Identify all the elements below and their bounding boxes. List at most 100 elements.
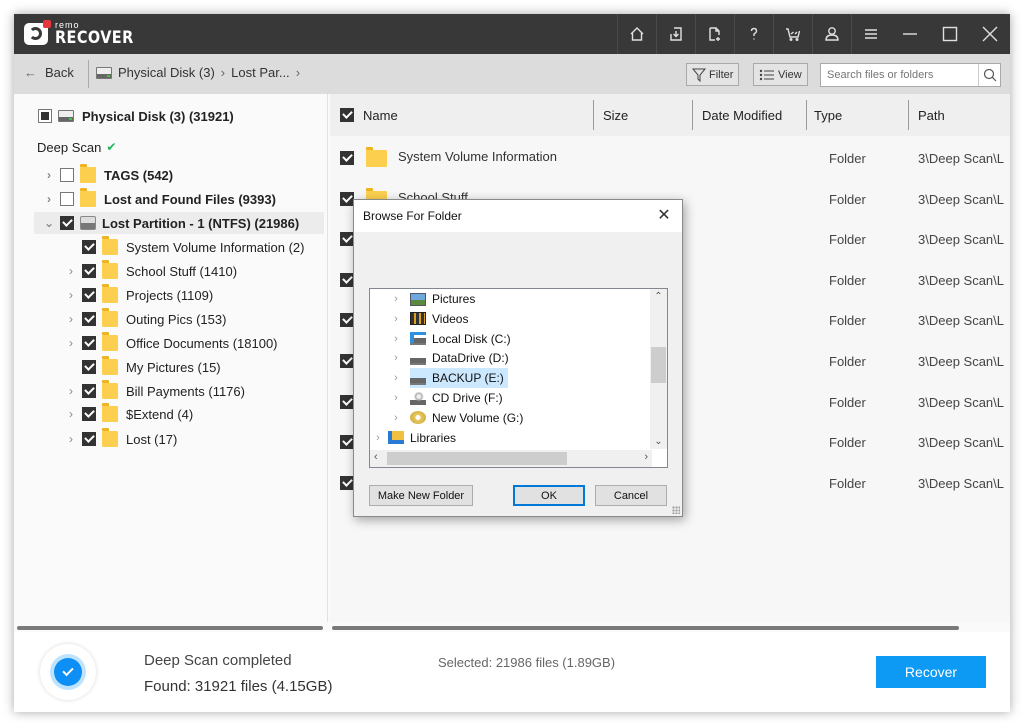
back-button[interactable]: ← Back [24,65,74,80]
cart-icon[interactable] [773,14,812,54]
root-checkbox[interactable] [38,109,52,123]
column-divider[interactable] [692,100,693,130]
ok-button[interactable]: OK [513,485,585,506]
dialog-tree-item[interactable]: › CD Drive (F:) [390,388,503,408]
tree-item-checkbox[interactable] [82,407,96,421]
chevron-right-icon[interactable]: › [42,192,56,206]
tree-item[interactable]: › Office Documents (18100) [64,332,278,354]
chevron-right-icon[interactable]: › [64,288,78,302]
chevron-right-icon[interactable]: › [390,293,402,305]
chevron-right-icon[interactable]: › [64,312,78,326]
chevron-right-icon[interactable]: › [64,407,78,421]
tree-item-checkbox[interactable] [82,312,96,326]
breadcrumb-item-disk[interactable]: Physical Disk (3) [118,65,215,80]
tree-item-checkbox[interactable] [82,240,96,254]
chevron-right-icon[interactable]: › [390,352,402,364]
make-new-folder-button[interactable]: Make New Folder [369,485,473,506]
dialog-tree-item[interactable]: › Libraries [372,428,456,448]
select-all-checkbox[interactable] [340,108,354,122]
dialog-vertical-scrollbar[interactable]: ⌃ ⌄ [650,289,667,449]
dialog-tree-item[interactable]: › DataDrive (D:) [390,348,509,368]
row-checkbox[interactable] [340,475,354,490]
home-icon[interactable] [617,14,656,54]
resize-grip[interactable] [672,506,680,514]
tree-item-checkbox[interactable] [82,360,96,374]
scroll-right-icon[interactable]: › [644,451,648,463]
tree-item[interactable]: › Lost and Found Files (9393) [42,188,276,210]
recover-button[interactable]: Recover [876,656,986,688]
row-checkbox[interactable] [340,354,354,368]
chevron-right-icon[interactable]: › [372,432,384,444]
column-path[interactable]: Path [918,108,945,123]
dialog-tree-item[interactable]: › Pictures [390,289,475,309]
row-checkbox[interactable] [340,435,354,450]
tree-item-checkbox[interactable] [82,264,96,278]
chevron-right-icon[interactable]: › [42,168,56,182]
tree-item-checkbox[interactable] [60,192,74,206]
dialog-horizontal-scrollbar[interactable]: ‹ › [370,450,652,467]
list-scrollbar[interactable] [332,626,959,630]
chevron-down-icon[interactable]: ⌄ [42,216,56,230]
row-checkbox[interactable] [340,232,354,247]
dialog-tree-item[interactable]: › New Volume (G:) [390,408,523,428]
user-icon[interactable] [812,14,851,54]
help-icon[interactable] [734,14,773,54]
row-checkbox[interactable] [340,313,354,328]
new-file-icon[interactable] [695,14,734,54]
chevron-right-icon[interactable]: › [64,336,78,350]
chevron-right-icon[interactable]: › [390,392,402,404]
dialog-tree-item[interactable]: › BACKUP (E:) [390,368,508,389]
column-type[interactable]: Type [814,108,842,123]
column-divider[interactable] [593,100,594,130]
chevron-right-icon[interactable]: › [390,313,402,325]
tree-item-checkbox[interactable] [82,288,96,302]
filter-button[interactable]: Filter [686,63,740,86]
row-checkbox[interactable] [340,272,354,287]
tree-item[interactable]: ⌄ Lost Partition - 1 (NTFS) (21986) [34,212,324,234]
column-name[interactable]: Name [363,108,398,123]
scroll-thumb[interactable] [387,452,567,465]
dialog-tree-item[interactable]: › Local Disk (C:) [390,329,511,349]
tree-item[interactable]: › Bill Payments (1176) [64,380,245,402]
tree-item[interactable]: › Projects (1109) [64,284,213,306]
tree-item[interactable]: My Pictures (15) [64,356,221,378]
scroll-down-icon[interactable]: ⌄ [650,436,667,447]
column-date-modified[interactable]: Date Modified [702,108,782,123]
chevron-right-icon[interactable]: › [64,432,78,446]
tree-item[interactable]: › Lost (17) [64,428,177,450]
column-size[interactable]: Size [603,108,628,123]
search-input[interactable] [821,64,978,86]
column-divider[interactable] [908,100,909,130]
tree-item[interactable]: › School Stuff (1410) [64,260,237,282]
maximize-icon[interactable] [930,14,970,54]
row-checkbox[interactable] [340,151,354,165]
chevron-right-icon[interactable]: › [390,372,402,384]
chevron-right-icon[interactable]: › [390,412,402,424]
column-divider[interactable] [806,100,807,130]
scroll-left-icon[interactable]: ‹ [374,451,378,463]
view-button[interactable]: View [753,63,808,86]
menu-icon[interactable] [851,14,890,54]
tree-item[interactable]: › Outing Pics (153) [64,308,226,330]
sidebar-scrollbar[interactable] [17,626,323,630]
dialog-tree-item[interactable]: › Videos [390,309,468,329]
breadcrumb-item-partition[interactable]: Lost Par... [231,65,290,80]
close-icon[interactable] [970,14,1010,54]
chevron-right-icon[interactable]: › [64,264,78,278]
tree-item[interactable]: System Volume Information (2) [64,236,304,258]
save-session-icon[interactable] [656,14,695,54]
dialog-close-icon[interactable]: ✕ [654,205,674,225]
scroll-up-icon[interactable]: ⌃ [650,291,667,302]
tree-item[interactable]: › TAGS (542) [42,164,173,186]
tree-item-checkbox[interactable] [60,216,74,230]
search-button[interactable] [978,64,1000,86]
tree-item-checkbox[interactable] [82,336,96,350]
table-row[interactable]: System Volume Information Folder 3\Deep Sc… [330,136,1010,177]
tree-root[interactable]: Physical Disk (3) (31921) [38,105,234,127]
cancel-button[interactable]: Cancel [595,485,667,506]
tree-item[interactable]: › $Extend (4) [64,403,193,425]
chevron-right-icon[interactable]: › [390,333,402,345]
tree-item-checkbox[interactable] [82,384,96,398]
scroll-thumb[interactable] [651,347,666,383]
row-checkbox[interactable] [340,394,354,409]
